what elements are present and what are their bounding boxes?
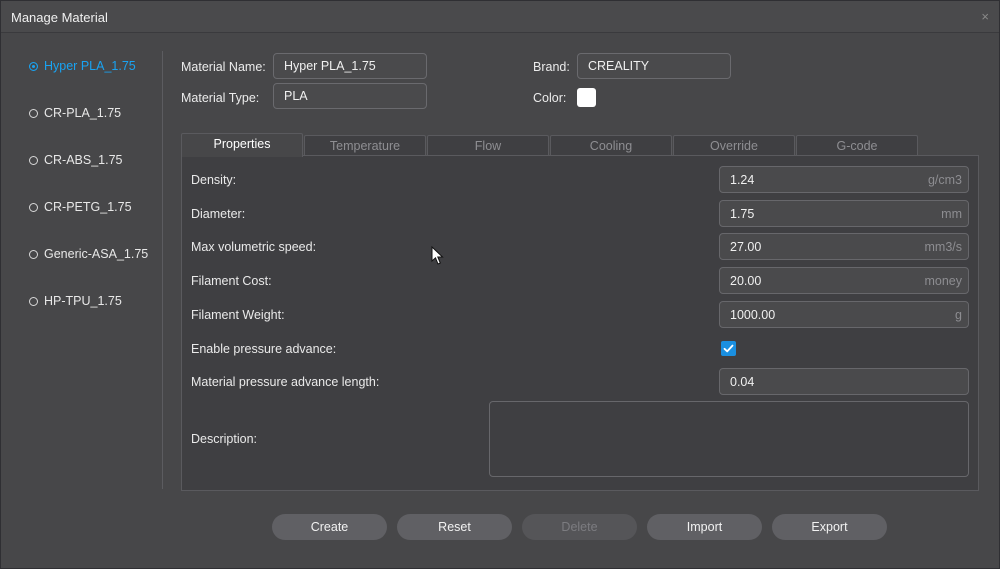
pressure-advance-length-value: 0.04 bbox=[730, 375, 755, 389]
radio-icon bbox=[29, 249, 38, 259]
pressure-advance-length-label: Material pressure advance length: bbox=[191, 375, 380, 389]
window-title: Manage Material bbox=[11, 10, 108, 25]
material-item-cr-petg[interactable]: CR-PETG_1.75 bbox=[29, 197, 132, 217]
color-swatch[interactable] bbox=[577, 88, 596, 107]
delete-button[interactable]: Delete bbox=[522, 514, 637, 540]
sidebar-divider bbox=[162, 51, 163, 489]
tab-override[interactable]: Override bbox=[673, 135, 795, 156]
material-item-label: Hyper PLA_1.75 bbox=[44, 59, 136, 73]
radio-icon bbox=[29, 202, 38, 212]
max-volumetric-speed-unit: mm3/s bbox=[924, 240, 963, 254]
tab-cooling[interactable]: Cooling bbox=[550, 135, 672, 156]
material-item-label: CR-PLA_1.75 bbox=[44, 106, 122, 120]
properties-panel: Density: 1.24 g/cm3 Diameter: 1.75 mm Ma… bbox=[181, 155, 979, 491]
max-volumetric-speed-label: Max volumetric speed: bbox=[191, 240, 317, 254]
density-label: Density: bbox=[191, 173, 237, 187]
pressure-advance-length-input[interactable]: 0.04 bbox=[719, 368, 969, 395]
filament-cost-unit: money bbox=[924, 274, 962, 288]
radio-icon bbox=[29, 155, 38, 165]
description-textarea[interactable] bbox=[489, 401, 969, 477]
filament-cost-label: Filament Cost: bbox=[191, 274, 272, 288]
material-type-label: Material Type: bbox=[181, 91, 260, 105]
filament-weight-label: Filament Weight: bbox=[191, 308, 285, 322]
brand-label: Brand: bbox=[533, 60, 570, 74]
export-button[interactable]: Export bbox=[772, 514, 887, 540]
color-label: Color: bbox=[533, 91, 567, 105]
density-value: 1.24 bbox=[730, 173, 755, 187]
material-item-cr-pla[interactable]: CR-PLA_1.75 bbox=[29, 103, 121, 123]
diameter-label: Diameter: bbox=[191, 207, 246, 221]
density-unit: g/cm3 bbox=[927, 173, 962, 187]
material-item-label: Generic-ASA_1.75 bbox=[44, 247, 149, 261]
filament-weight-value: 1000.00 bbox=[730, 308, 776, 322]
enable-pressure-advance-checkbox[interactable] bbox=[721, 341, 736, 356]
title-bar[interactable]: Manage Material × bbox=[1, 1, 999, 33]
material-item-cr-abs[interactable]: CR-ABS_1.75 bbox=[29, 150, 123, 170]
material-item-hp-tpu[interactable]: HP-TPU_1.75 bbox=[29, 291, 122, 311]
material-item-label: HP-TPU_1.75 bbox=[44, 294, 122, 308]
tab-properties[interactable]: Properties bbox=[181, 133, 303, 157]
filament-cost-value: 20.00 bbox=[730, 274, 762, 288]
filament-weight-input[interactable]: 1000.00 g bbox=[719, 301, 969, 328]
description-label: Description: bbox=[191, 432, 257, 446]
density-input[interactable]: 1.24 g/cm3 bbox=[719, 166, 969, 193]
tab-gcode[interactable]: G-code bbox=[796, 135, 918, 156]
material-item-label: CR-ABS_1.75 bbox=[44, 153, 123, 167]
mouse-pointer-icon bbox=[431, 246, 444, 265]
diameter-unit: mm bbox=[941, 207, 962, 221]
material-item-generic-asa[interactable]: Generic-ASA_1.75 bbox=[29, 244, 148, 264]
radio-icon bbox=[29, 108, 38, 118]
material-type-input[interactable]: PLA bbox=[273, 83, 427, 109]
tab-temperature[interactable]: Temperature bbox=[304, 135, 426, 156]
max-volumetric-speed-input[interactable]: 27.00 mm3/s bbox=[719, 233, 969, 260]
filament-weight-unit: g bbox=[955, 308, 962, 322]
diameter-input[interactable]: 1.75 mm bbox=[719, 200, 969, 227]
brand-input[interactable]: CREALITY bbox=[577, 53, 731, 79]
check-icon bbox=[723, 344, 734, 353]
filament-cost-input[interactable]: 20.00 money bbox=[719, 267, 969, 294]
material-name-label: Material Name: bbox=[181, 60, 266, 74]
manage-material-dialog: Manage Material × Hyper PLA_1.75 CR-PLA_… bbox=[0, 0, 1000, 569]
radio-icon bbox=[29, 61, 38, 71]
tab-flow[interactable]: Flow bbox=[427, 135, 549, 156]
diameter-value: 1.75 bbox=[730, 207, 755, 221]
max-volumetric-speed-value: 27.00 bbox=[730, 240, 762, 254]
create-button[interactable]: Create bbox=[272, 514, 387, 540]
enable-pressure-advance-label: Enable pressure advance: bbox=[191, 342, 337, 356]
material-item-label: CR-PETG_1.75 bbox=[44, 200, 132, 214]
import-button[interactable]: Import bbox=[647, 514, 762, 540]
material-name-input[interactable]: Hyper PLA_1.75 bbox=[273, 53, 427, 79]
close-icon[interactable]: × bbox=[981, 9, 989, 24]
reset-button[interactable]: Reset bbox=[397, 514, 512, 540]
material-item-hyper-pla[interactable]: Hyper PLA_1.75 bbox=[29, 56, 136, 76]
radio-icon bbox=[29, 296, 38, 306]
